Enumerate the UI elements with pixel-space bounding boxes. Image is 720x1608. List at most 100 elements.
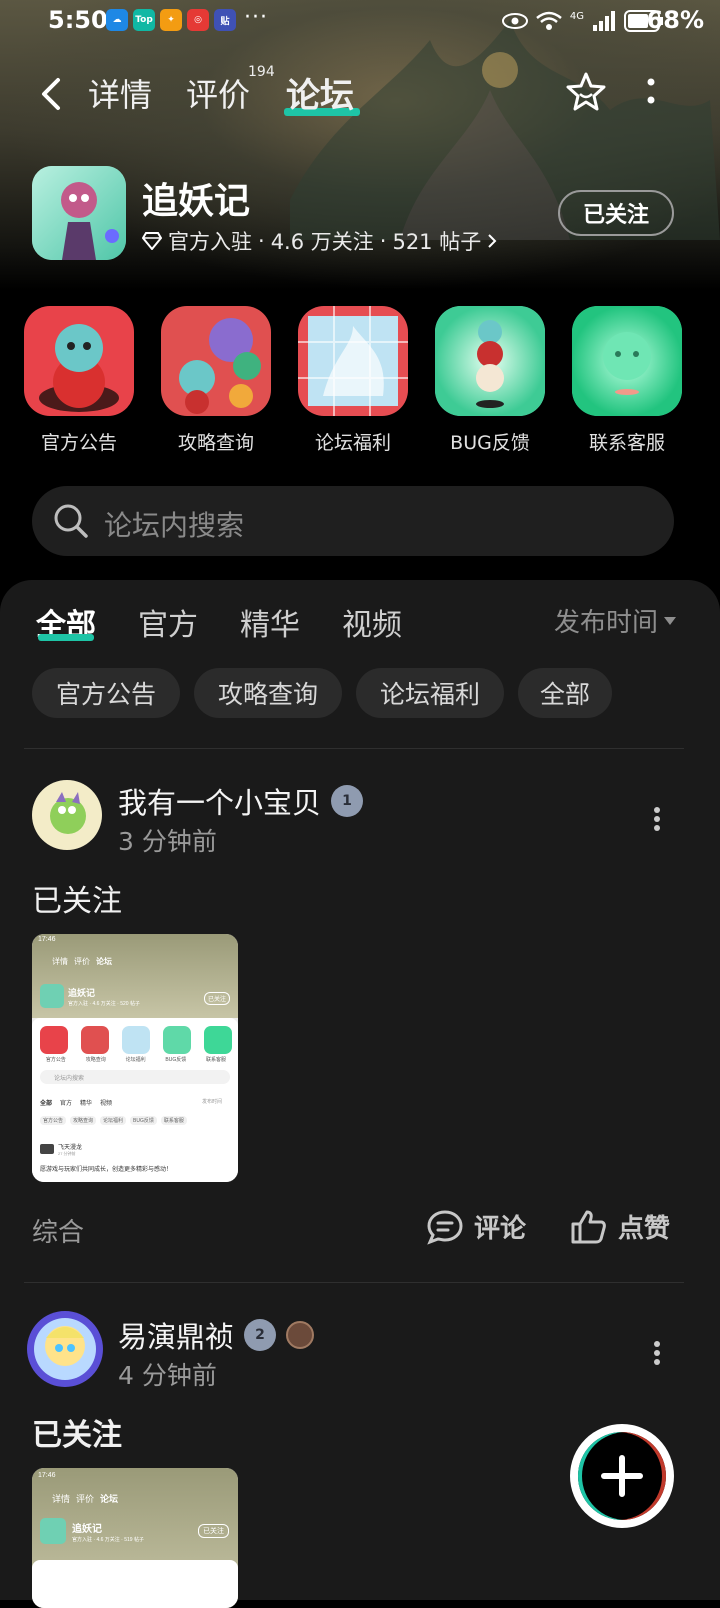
entry-welfare[interactable]: 论坛福利 xyxy=(298,306,408,455)
entry-bug-report[interactable]: BUG反馈 xyxy=(435,306,545,455)
chip-welfare[interactable]: 论坛福利 xyxy=(356,668,504,718)
top-app-icon: Top xyxy=(133,9,155,31)
weather-icon: ☁ xyxy=(106,9,128,31)
bug-icon xyxy=(435,306,545,416)
entry-customer-service[interactable]: 联系客服 xyxy=(572,306,682,455)
post-time: 4 分钟前 xyxy=(118,1361,217,1390)
entry-announcements[interactable]: 官方公告 xyxy=(24,306,134,455)
caret-down-icon xyxy=(664,616,677,625)
chevron-right-icon xyxy=(488,234,497,248)
status-bar: 5:50 ☁ Top ✦ ◎ 贴 ··· 4G 68% xyxy=(0,0,720,46)
notification-icons: ☁ Top ✦ ◎ 贴 xyxy=(106,9,236,31)
game-title: 追妖记 xyxy=(142,181,251,222)
like-button[interactable]: 点赞 xyxy=(570,1208,670,1245)
avatar[interactable] xyxy=(32,780,102,850)
thumb-tab: 评价 xyxy=(74,957,90,966)
entry-label: 攻略查询 xyxy=(177,432,254,454)
post-item[interactable]: 我有一个小宝贝 1 3 分钟前 已关注 17:46 详情 评价 论坛 追妖记 官… xyxy=(0,780,720,1280)
entry-guide[interactable]: 攻略查询 xyxy=(161,306,271,455)
thumbs-up-icon xyxy=(571,1210,606,1243)
post-username[interactable]: 易演鼎祯 2 xyxy=(118,1314,315,1356)
official-label: 官方入驻 xyxy=(168,230,252,254)
diamond-icon xyxy=(142,232,162,250)
post-image[interactable]: 17:46 详情 评价 论坛 追妖记 官方入驻 · 4.6 万关注 · 519 … xyxy=(32,1468,238,1608)
filter-tab-official[interactable]: 官方 xyxy=(138,600,198,644)
thumb-meta: 官方入驻 · 4.6 万关注 · 519 帖子 xyxy=(72,1537,144,1543)
medal-icon xyxy=(286,1321,315,1349)
tab-forum[interactable]: 论坛 xyxy=(286,68,354,117)
game-meta[interactable]: 官方入驻 · 4.6 万关注 · 521 帖子 xyxy=(142,226,497,256)
signal-icon xyxy=(593,11,615,31)
quick-entries: 官方公告 攻略查询 论坛福利 BUG反馈 联系客服 xyxy=(0,306,720,456)
game-icon[interactable] xyxy=(32,166,126,260)
posts-count: 521 帖子 xyxy=(392,230,482,254)
thumb-title: 追妖记 xyxy=(72,1524,102,1535)
divider xyxy=(24,1282,684,1283)
comment-label: 评论 xyxy=(474,1214,527,1244)
thumb-time: 17:46 xyxy=(38,1472,56,1479)
thumb-tab: 论坛 xyxy=(96,957,112,966)
followers-count: 4.6 万关注 xyxy=(270,230,374,254)
post-text: 已关注 xyxy=(32,1418,122,1453)
entry-label: BUG反馈 xyxy=(450,432,530,454)
guide-icon xyxy=(161,306,271,416)
plus-icon xyxy=(601,1455,643,1497)
chip-announcements[interactable]: 官方公告 xyxy=(32,668,180,718)
thumb-time: 17:46 xyxy=(38,936,56,943)
gift-icon xyxy=(298,306,408,416)
thumb-tab: 详情 xyxy=(52,957,68,966)
post-time: 3 分钟前 xyxy=(118,827,217,856)
like-label: 点赞 xyxy=(618,1214,671,1244)
more-notifications-icon: ··· xyxy=(244,5,268,30)
thumb-meta: 官方入驻 · 4.6 万关注 · 520 帖子 xyxy=(68,1001,140,1007)
post-more-icon[interactable] xyxy=(652,1340,662,1366)
support-icon xyxy=(572,306,682,416)
filter-tab-featured[interactable]: 精华 xyxy=(240,600,300,644)
filter-tab-indicator xyxy=(38,634,94,641)
search-placeholder: 论坛内搜索 xyxy=(104,509,245,542)
filter-tab-video[interactable]: 视频 xyxy=(342,600,402,644)
tab-reviews[interactable]: 评价 xyxy=(186,70,250,116)
forum-search-input[interactable]: 论坛内搜索 xyxy=(32,486,674,556)
avatar[interactable] xyxy=(26,1310,104,1388)
sort-label: 发布时间 xyxy=(554,608,659,638)
eye-icon xyxy=(501,13,528,29)
top-navigation: 详情 评价 194 论坛 xyxy=(0,64,720,124)
post-text: 已关注 xyxy=(32,884,122,919)
post-more-icon[interactable] xyxy=(652,806,662,832)
entry-label: 联系客服 xyxy=(588,432,665,454)
tieba-icon: 贴 xyxy=(214,9,236,31)
tab-details[interactable]: 详情 xyxy=(88,70,152,116)
network-type: 4G xyxy=(569,10,584,22)
comment-icon xyxy=(427,1209,463,1245)
entry-label: 论坛福利 xyxy=(314,432,391,454)
more-options-icon[interactable] xyxy=(644,74,658,110)
follow-button[interactable]: 已关注 xyxy=(558,190,674,236)
entry-label: 官方公告 xyxy=(40,432,117,454)
level-badge: 2 xyxy=(244,1319,277,1351)
post-category: 综合 xyxy=(32,1218,85,1248)
post-username[interactable]: 我有一个小宝贝 1 xyxy=(118,780,364,822)
status-time: 5:50 xyxy=(48,6,108,34)
sort-dropdown[interactable]: 发布时间 xyxy=(554,602,677,639)
announcement-icon xyxy=(24,306,134,416)
chip-all[interactable]: 全部 xyxy=(518,668,612,718)
reviews-count: 194 xyxy=(248,64,275,80)
username-text: 我有一个小宝贝 xyxy=(118,786,322,820)
search-icon xyxy=(54,504,88,538)
app-store-icon: ◎ xyxy=(187,9,209,31)
post-image[interactable]: 17:46 详情 评价 论坛 追妖记 官方入驻 · 4.6 万关注 · 520 … xyxy=(32,934,238,1182)
back-arrow-icon[interactable] xyxy=(36,74,70,114)
username-text: 易演鼎祯 xyxy=(118,1320,235,1354)
divider xyxy=(24,748,684,749)
level-badge: 1 xyxy=(331,785,364,817)
favorite-star-icon[interactable] xyxy=(564,70,608,114)
battery-percentage: 68% xyxy=(646,6,704,34)
header-banner: 5:50 ☁ Top ✦ ◎ 贴 ··· 4G 68% 详情 评价 194 论坛… xyxy=(0,0,720,290)
wifi-icon xyxy=(536,11,562,30)
chip-guide[interactable]: 攻略查询 xyxy=(194,668,342,718)
comment-button[interactable]: 评论 xyxy=(426,1208,526,1245)
create-post-button[interactable] xyxy=(570,1424,674,1528)
taobao-icon: ✦ xyxy=(160,9,182,31)
thumb-title: 追妖记 xyxy=(68,988,96,998)
